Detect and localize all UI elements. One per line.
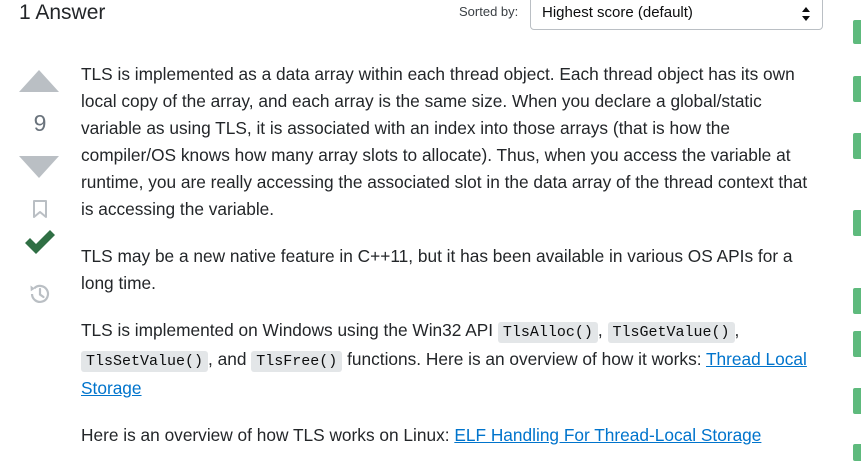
sidebar-green-marker [853,388,861,414]
sidebar-green-marker [853,444,861,461]
sidebar-green-marker [853,210,861,236]
sidebar-green-marker [853,133,861,159]
code-tlssetvalue: TlsSetValue() [81,351,209,372]
vote-count: 9 [33,110,47,136]
code-tlsalloc: TlsAlloc() [497,322,598,343]
sort-select[interactable]: Highest score (default) [530,0,823,30]
answer-page: 1 Answer Sorted by: Highest score (defau… [0,0,861,461]
answer-paragraph-1: TLS is implemented as a data array withi… [81,64,808,219]
downvote-arrow-icon[interactable] [19,156,59,178]
paragraph-3-intro: TLS is implemented on Windows using the … [81,320,498,340]
code-tlsfree: TlsFree() [251,351,343,372]
separator: , and [208,349,252,369]
accepted-checkmark-icon [25,230,55,254]
separator: , [597,320,608,340]
paragraph-3-middle: functions. Here is an overview of how it… [342,349,706,369]
bookmark-icon[interactable] [33,200,47,218]
sort-label: Sorted by: [459,4,519,19]
paragraph-4-intro: Here is an overview of how TLS works on … [81,425,455,445]
answer-paragraph-2: TLS may be a new native feature in C++11… [81,246,793,293]
separator: , [734,320,740,340]
link-elf-handling-tls[interactable]: ELF Handling For Thread-Local Storage [454,425,761,445]
sidebar-green-marker [853,288,861,314]
sort-select-value: Highest score (default) [542,4,693,21]
sidebar-green-marker [853,331,861,357]
answers-count-heading: 1 Answer [19,1,106,24]
answer-body: TLS is implemented as a data array withi… [81,61,811,461]
sidebar-green-marker [853,20,861,44]
code-tlsgetvalue: TlsGetValue() [607,322,735,343]
upvote-arrow-icon[interactable] [19,70,59,92]
answer-paragraph-3: TLS is implemented on Windows using the … [81,317,811,402]
history-icon[interactable] [28,282,52,306]
answer-paragraph-4: Here is an overview of how TLS works on … [81,422,811,449]
select-arrows-icon [802,7,810,21]
sidebar-green-marker [853,76,861,102]
